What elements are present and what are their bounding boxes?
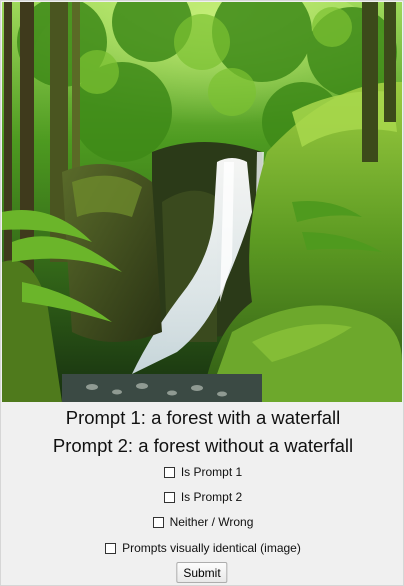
is-prompt-2-label[interactable]: Is Prompt 2 [181, 490, 242, 504]
neither-wrong-checkbox[interactable] [152, 516, 164, 528]
option-prompts-identical[interactable]: Prompts visually identical (image) [1, 541, 404, 555]
is-prompt-1-checkbox[interactable] [163, 466, 175, 478]
prompt-1-text: Prompt 1: a forest with a waterfall [65, 407, 341, 428]
is-prompt-2-checkbox[interactable] [163, 491, 175, 503]
prompts-identical-checkbox[interactable] [105, 542, 117, 554]
prompt-2-text: Prompt 2: a forest without a waterfall [52, 435, 354, 456]
is-prompt-1-label[interactable]: Is Prompt 1 [181, 465, 242, 479]
neither-wrong-label[interactable]: Neither / Wrong [170, 515, 254, 529]
option-is-prompt-1[interactable]: Is Prompt 1 [1, 465, 404, 479]
submit-button[interactable]: Submit [176, 562, 228, 583]
prompts-identical-label[interactable]: Prompts visually identical (image) [122, 541, 301, 555]
forest-waterfall-illustration [2, 2, 402, 402]
option-is-prompt-2[interactable]: Is Prompt 2 [1, 490, 404, 504]
forest-waterfall-image [2, 2, 402, 402]
option-neither-wrong[interactable]: Neither / Wrong [1, 515, 404, 529]
annotation-window: Prompt 1: a forest with a waterfall Prom… [0, 0, 404, 586]
